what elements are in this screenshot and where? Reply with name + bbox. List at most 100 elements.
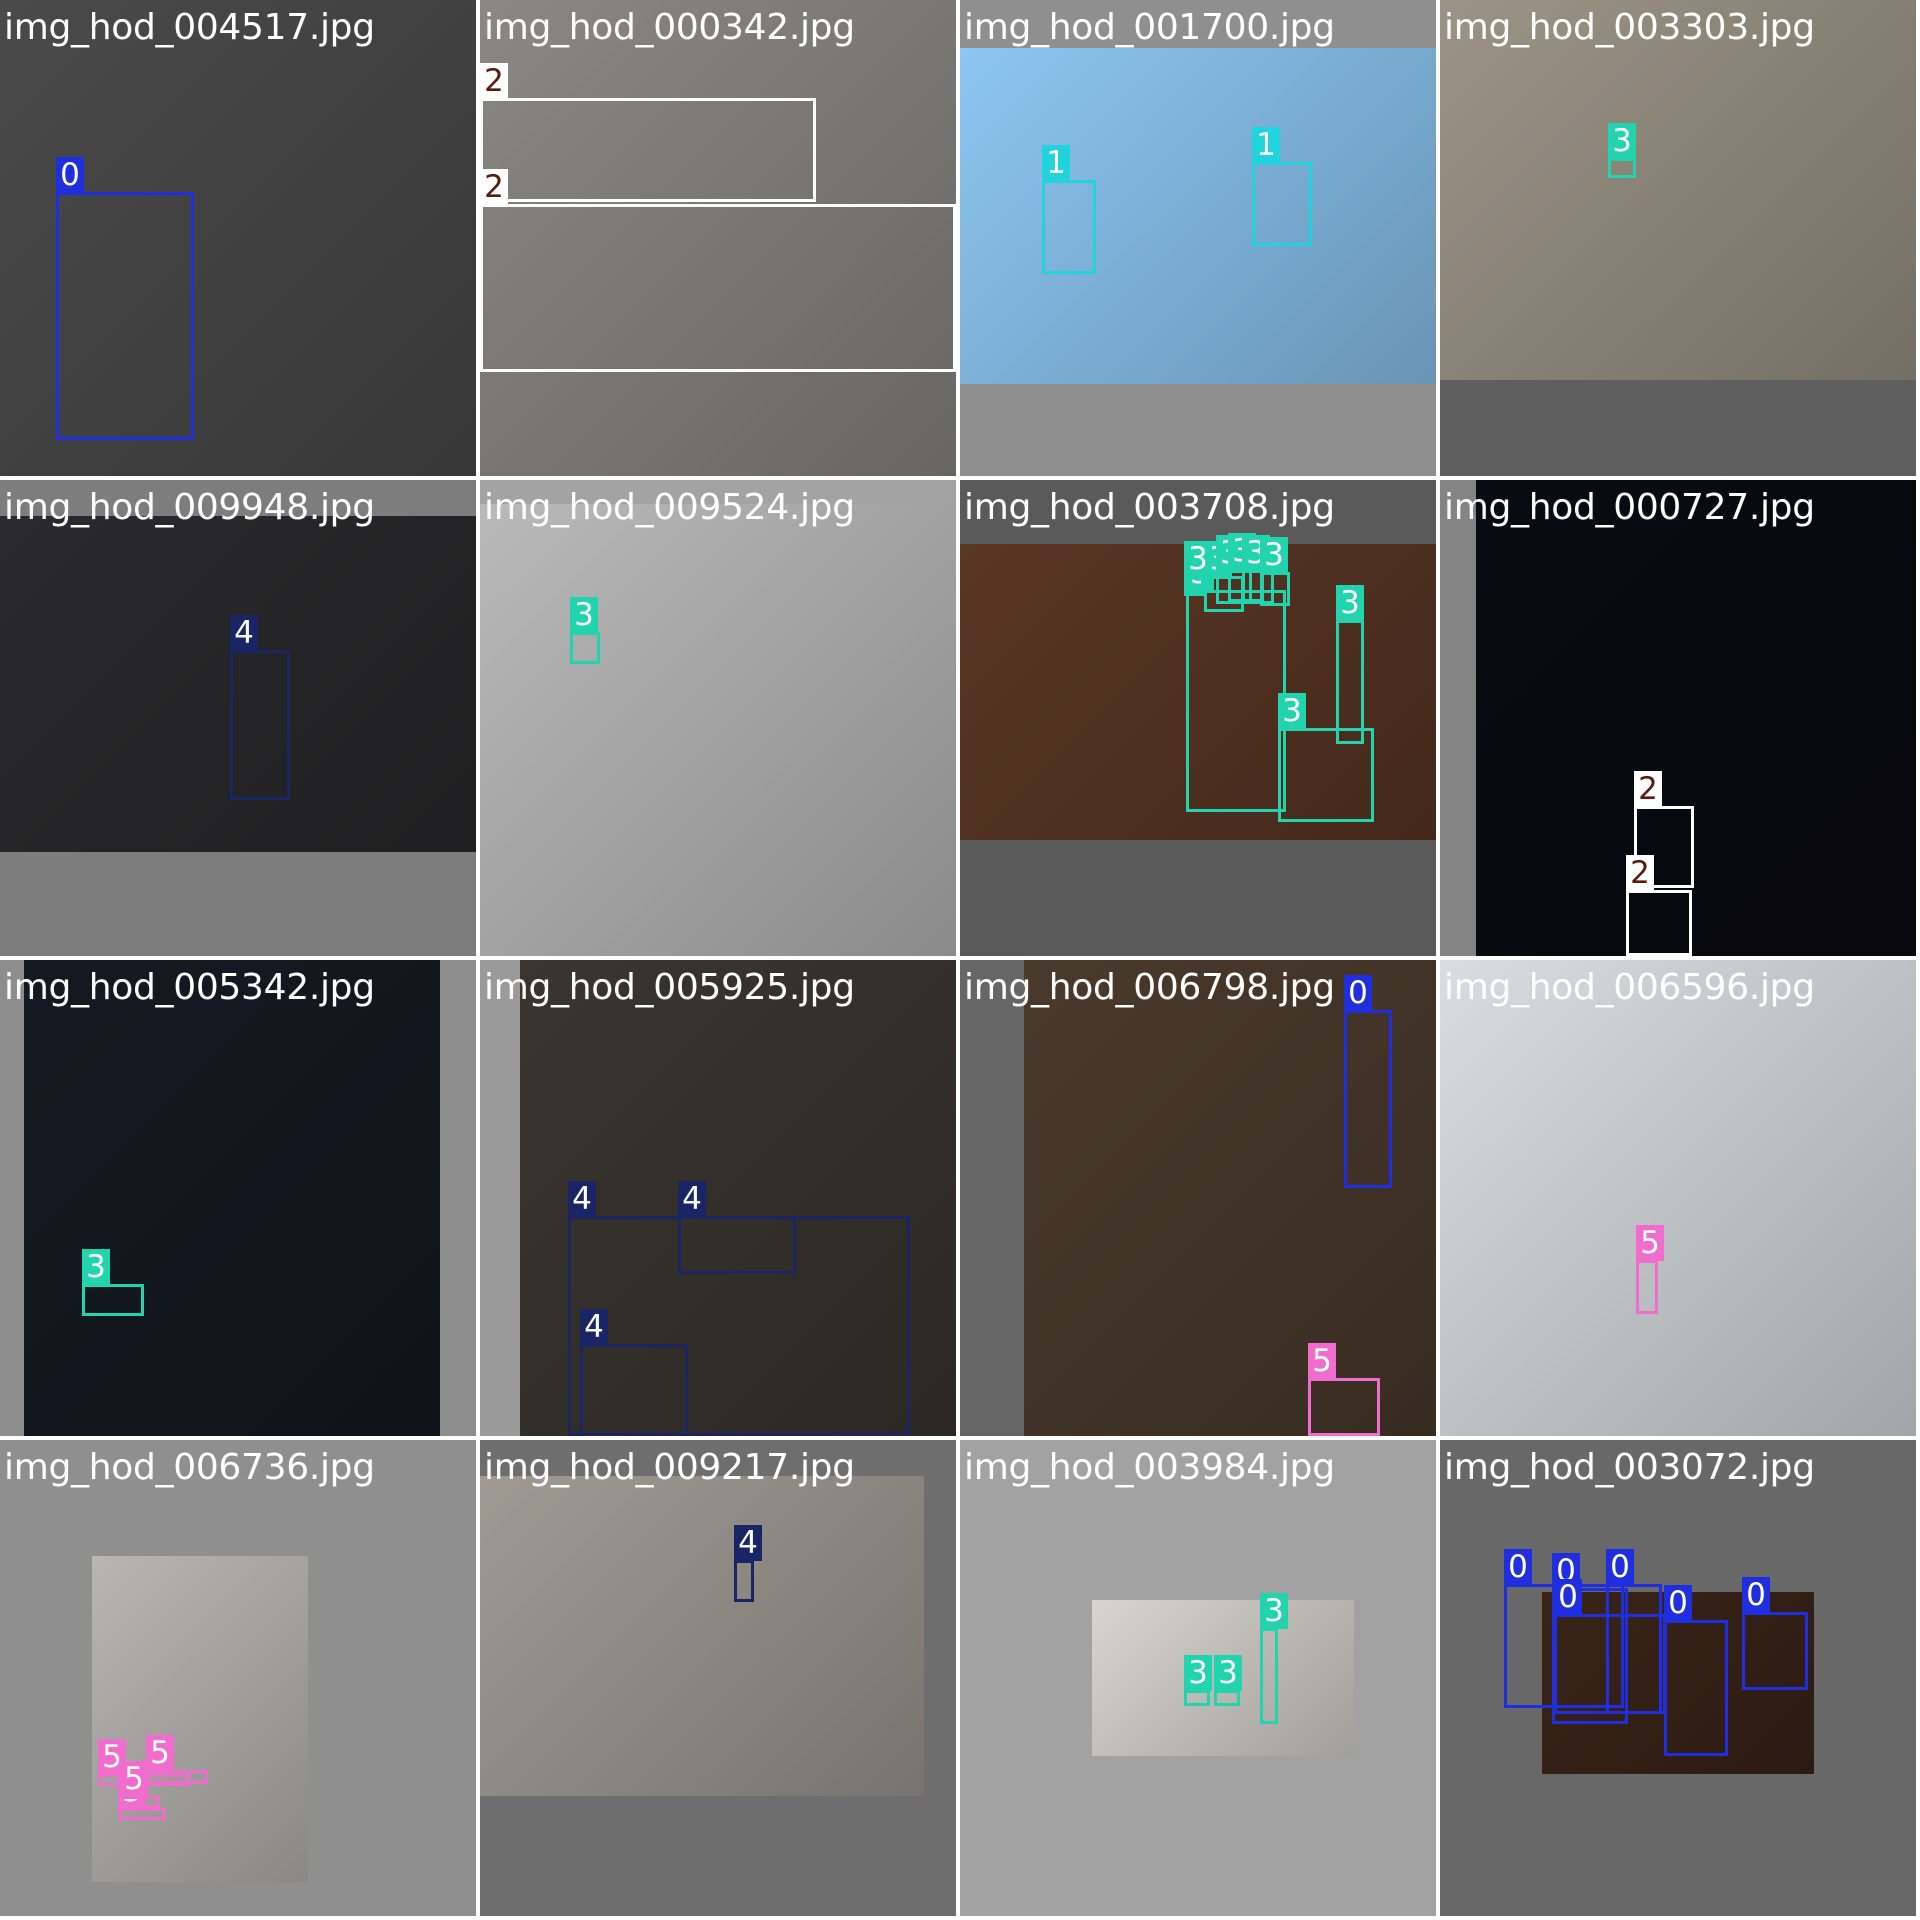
image-filename: img_hod_003072.jpg [1444, 1447, 1815, 1488]
image-filename: img_hod_000727.jpg [1444, 487, 1815, 528]
bounding-box: 3 [1608, 123, 1636, 178]
bounding-box: 3 [82, 1249, 144, 1316]
image-filename: img_hod_009217.jpg [484, 1447, 855, 1488]
class-label: 4 [678, 1181, 706, 1217]
mosaic-tile: img_hod_000727.jpg 2 2 [1440, 480, 1916, 956]
class-label: 3 [1184, 1655, 1212, 1691]
mosaic-tile: img_hod_003984.jpg 3 3 3 [960, 1440, 1436, 1916]
class-label: 1 [1252, 127, 1280, 163]
mosaic-tile: img_hod_005342.jpg 3 [0, 960, 476, 1436]
image-filename: img_hod_009524.jpg [484, 487, 855, 528]
image-filename: img_hod_006798.jpg [964, 967, 1335, 1008]
bounding-box: 3 [1214, 1655, 1242, 1706]
image-filename: img_hod_003708.jpg [964, 487, 1335, 528]
bounding-box: 3 [1186, 555, 1286, 812]
sample-photo [1440, 960, 1916, 1436]
mosaic-tile: img_hod_003072.jpg 0 0 0 0 0 0 [1440, 1440, 1916, 1916]
class-label: 2 [480, 169, 508, 205]
bounding-box: 0 [56, 157, 194, 440]
image-filename: img_hod_003303.jpg [1444, 7, 1815, 48]
bounding-box: 3 [1184, 1655, 1212, 1706]
sample-photo [24, 960, 440, 1436]
class-label: 3 [1260, 1593, 1288, 1629]
class-label: 0 [1344, 975, 1372, 1011]
mosaic-tile: img_hod_005925.jpg 4 4 4 [480, 960, 956, 1436]
bounding-box: 0 [1344, 975, 1392, 1188]
class-label: 0 [1742, 1577, 1770, 1613]
bounding-box: 3 [1260, 1593, 1288, 1724]
mosaic-tile: img_hod_009948.jpg 4 [0, 480, 476, 956]
class-label: 3 [1184, 541, 1212, 577]
mosaic-tile: img_hod_009524.jpg 3 [480, 480, 956, 956]
mosaic-tile: img_hod_003303.jpg 3 [1440, 0, 1916, 476]
mosaic-tile: img_hod_009217.jpg 4 [480, 1440, 956, 1916]
mosaic-tile: img_hod_006736.jpg5555 [0, 1440, 476, 1916]
bounding-box: 3 [1278, 693, 1374, 822]
image-filename: img_hod_003984.jpg [964, 1447, 1335, 1488]
image-filename: img_hod_001700.jpg [964, 7, 1335, 48]
bounding-box: 0 [1742, 1577, 1808, 1690]
class-label: 2 [1626, 855, 1654, 891]
class-label: 0 [1664, 1585, 1692, 1621]
class-label: 3 [82, 1249, 110, 1285]
bounding-box: 4 [678, 1181, 796, 1274]
bounding-box: 3 [1336, 585, 1364, 744]
bounding-box: 2 [480, 63, 816, 202]
class-label: 2 [1634, 771, 1662, 807]
bounding-box: 4 [230, 615, 290, 800]
class-label: 3 [1260, 537, 1288, 573]
mosaic-tile: img_hod_000342.jpg 2 2 [480, 0, 956, 476]
mosaic-tile: img_hod_004517.jpg 0 [0, 0, 476, 476]
bounding-box: 4 [734, 1525, 762, 1602]
class-label: 4 [568, 1181, 596, 1217]
sample-photo [92, 1556, 308, 1882]
image-filename: img_hod_000342.jpg [484, 7, 855, 48]
mosaic-tile: img_hod_003708.jpg333333333 [960, 480, 1436, 956]
class-label: 0 [1554, 1579, 1582, 1615]
sample-photo [480, 504, 956, 956]
bounding-box: 0 [1664, 1585, 1728, 1756]
image-filename: img_hod_004517.jpg [4, 7, 375, 48]
sample-photo [480, 1476, 924, 1796]
class-label: 0 [56, 157, 84, 193]
bounding-box: 2 [480, 169, 956, 372]
class-label: 3 [1336, 585, 1364, 621]
bounding-box: 5 [1636, 1225, 1664, 1314]
bounding-box: 5 [120, 1761, 160, 1808]
class-label: 3 [570, 597, 598, 633]
bounding-box: 1 [1252, 127, 1312, 246]
bounding-box: 3 [1184, 541, 1212, 596]
class-label: 0 [1606, 1549, 1634, 1585]
class-label: 4 [230, 615, 258, 651]
class-label: 5 [120, 1761, 148, 1797]
class-label: 4 [580, 1309, 608, 1345]
bounding-box: 0 [1606, 1549, 1662, 1714]
mosaic-tile: img_hod_006596.jpg 5 [1440, 960, 1916, 1436]
sample-photo [1440, 0, 1916, 380]
class-label: 3 [1608, 123, 1636, 159]
class-label: 5 [1636, 1225, 1664, 1261]
bounding-box: 5 [1308, 1343, 1380, 1436]
sample-photo [1476, 480, 1916, 956]
class-label: 3 [1278, 693, 1306, 729]
class-label: 3 [1214, 1655, 1242, 1691]
class-label: 5 [146, 1735, 174, 1771]
image-filename: img_hod_005925.jpg [484, 967, 855, 1008]
bounding-box: 4 [580, 1309, 688, 1436]
image-filename: img_hod_005342.jpg [4, 967, 375, 1008]
class-label: 4 [734, 1525, 762, 1561]
bounding-box: 1 [1042, 145, 1096, 274]
image-filename: img_hod_006596.jpg [1444, 967, 1815, 1008]
mosaic-tile: img_hod_006798.jpg 0 5 [960, 960, 1436, 1436]
class-label: 1 [1042, 145, 1070, 181]
image-filename: img_hod_009948.jpg [4, 487, 375, 528]
mosaic-tile: img_hod_001700.jpg 1 1 [960, 0, 1436, 476]
bounding-box: 2 [1626, 855, 1692, 956]
bounding-box: 3 [570, 597, 600, 664]
bounding-box: 5 [118, 1773, 166, 1820]
detection-mosaic: img_hod_004517.jpg 0 img_hod_000342.jpg 2 2 i… [0, 0, 1920, 1920]
sample-photo [960, 48, 1436, 384]
class-label: 5 [1308, 1343, 1336, 1379]
class-label: 2 [480, 63, 508, 99]
image-filename: img_hod_006736.jpg [4, 1447, 375, 1488]
